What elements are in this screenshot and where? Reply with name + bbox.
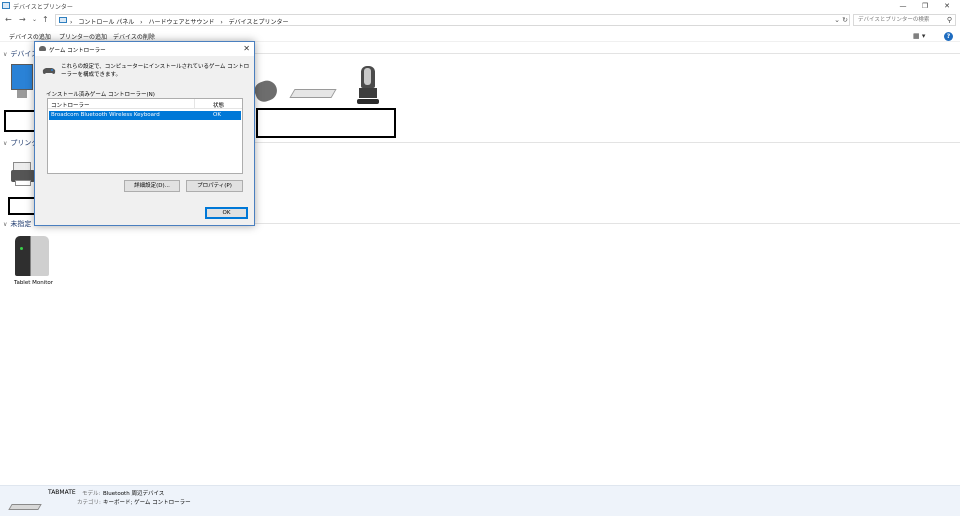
group-header-unspecified[interactable]: ∨ 未指定: [3, 219, 31, 229]
details-pane: TABMATE モデル: Bluetooth 周辺デバイス カテゴリ: キーボー…: [0, 485, 960, 516]
breadcrumb-control-panel[interactable]: コントロール パネル: [78, 19, 134, 26]
add-device-button[interactable]: デバイスの追加: [9, 32, 51, 41]
group-divider: [255, 53, 960, 54]
device-name: TABMATE: [48, 489, 76, 496]
breadcrumb-separator[interactable]: ›: [70, 19, 72, 26]
category-value: キーボード; ゲーム コントローラー: [103, 500, 191, 506]
back-arrow-icon[interactable]: ←: [5, 14, 12, 26]
title-bar: デバイスとプリンター — ❐ ✕: [0, 0, 960, 12]
tablet-monitor-device[interactable]: [15, 236, 49, 276]
controller-status: OK: [213, 112, 221, 118]
breadcrumb-separator[interactable]: ›: [220, 19, 222, 26]
forward-arrow-icon[interactable]: →: [19, 14, 26, 26]
column-header-controller[interactable]: コントローラー: [51, 101, 90, 109]
microphone-icon[interactable]: [357, 64, 381, 108]
gamepad-icon: [39, 46, 46, 51]
tabmate-device-icon: [8, 503, 42, 512]
remove-device-button[interactable]: デバイスの削除: [113, 32, 155, 41]
controllers-list[interactable]: コントローラー 状態 Broadcom Bluetooth Wireless K…: [47, 98, 243, 174]
column-divider[interactable]: [194, 99, 195, 109]
address-box[interactable]: › コントロール パネル › ハードウェアとサウンド › デバイスとプリンター …: [55, 14, 850, 26]
list-header: コントローラー 状態: [48, 99, 242, 109]
address-dropdown-icon[interactable]: ⌄: [834, 16, 840, 24]
model-value: Bluetooth 周辺デバイス: [103, 491, 165, 497]
printer-icon[interactable]: [11, 162, 35, 188]
window-title: デバイスとプリンター: [13, 4, 73, 11]
ok-button[interactable]: OK: [205, 207, 248, 219]
group-header-devices[interactable]: ∨ デバイス: [3, 49, 38, 59]
dialog-title-bar: ゲーム コントローラー ✕: [35, 42, 254, 56]
chevron-down-icon: ∨: [3, 140, 8, 147]
search-box[interactable]: ⚲: [853, 14, 956, 26]
search-icon[interactable]: ⚲: [947, 16, 952, 24]
redacted-label-box: [4, 110, 37, 132]
controller-name: Broadcom Bluetooth Wireless Keyboard: [51, 112, 160, 118]
gamepad-icon: [42, 68, 56, 74]
model-label: モデル:: [82, 491, 101, 497]
change-view-icon[interactable]: ▦ ▾: [913, 32, 925, 40]
close-window-button[interactable]: ✕: [940, 1, 954, 11]
breadcrumb-separator[interactable]: ›: [140, 19, 142, 26]
up-arrow-icon[interactable]: ↑: [42, 14, 49, 26]
control-panel-icon: [59, 17, 67, 23]
keyboard-icon[interactable]: [289, 87, 337, 101]
add-printer-button[interactable]: プリンターの追加: [59, 32, 107, 41]
redacted-label-box: [256, 108, 396, 138]
status-led-icon: [20, 247, 23, 250]
breadcrumb-hardware-sound[interactable]: ハードウェアとサウンド: [149, 19, 215, 26]
chevron-down-icon: ∨: [3, 221, 8, 228]
category-label: カテゴリ:: [77, 500, 101, 506]
mouse-icon[interactable]: [252, 77, 280, 105]
group-divider: [255, 142, 960, 143]
minimize-button[interactable]: —: [896, 1, 910, 11]
chevron-down-icon: ∨: [3, 51, 8, 58]
dialog-description: これらの設定で、コンピューターにインストールされているゲーム コントローラーを構…: [61, 64, 250, 78]
redacted-label-box: [8, 197, 36, 215]
search-input[interactable]: [854, 15, 942, 25]
dialog-title: ゲーム コントローラー: [49, 48, 106, 54]
help-icon[interactable]: ?: [944, 32, 953, 41]
device-label[interactable]: Tablet Monitor: [14, 280, 53, 286]
dialog-close-button[interactable]: ✕: [243, 44, 250, 53]
properties-button[interactable]: プロパティ(P): [186, 180, 243, 192]
installed-controllers-label: インストール済みゲーム コントローラー(N): [46, 92, 155, 98]
advanced-button[interactable]: 詳細設定(D)...: [124, 180, 180, 192]
address-bar-row: ← → ⌄ ↑ › コントロール パネル › ハードウェアとサウンド › デバイ…: [0, 13, 960, 27]
recent-locations-icon[interactable]: ⌄: [32, 14, 37, 26]
refresh-icon[interactable]: ↻: [842, 16, 848, 24]
group-header-label: 未指定: [10, 220, 32, 228]
list-item[interactable]: Broadcom Bluetooth Wireless Keyboard OK: [49, 111, 241, 120]
game-controllers-dialog: ゲーム コントローラー ✕ これらの設定で、コンピューターにインストールされてい…: [34, 41, 255, 226]
devices-printers-icon: [2, 2, 10, 9]
computer-icon[interactable]: [11, 64, 33, 104]
restore-button[interactable]: ❐: [918, 1, 932, 11]
breadcrumb: › コントロール パネル › ハードウェアとサウンド › デバイスとプリンター: [70, 17, 292, 26]
column-header-status[interactable]: 状態: [213, 101, 224, 109]
breadcrumb-devices-printers[interactable]: デバイスとプリンター: [229, 19, 289, 26]
